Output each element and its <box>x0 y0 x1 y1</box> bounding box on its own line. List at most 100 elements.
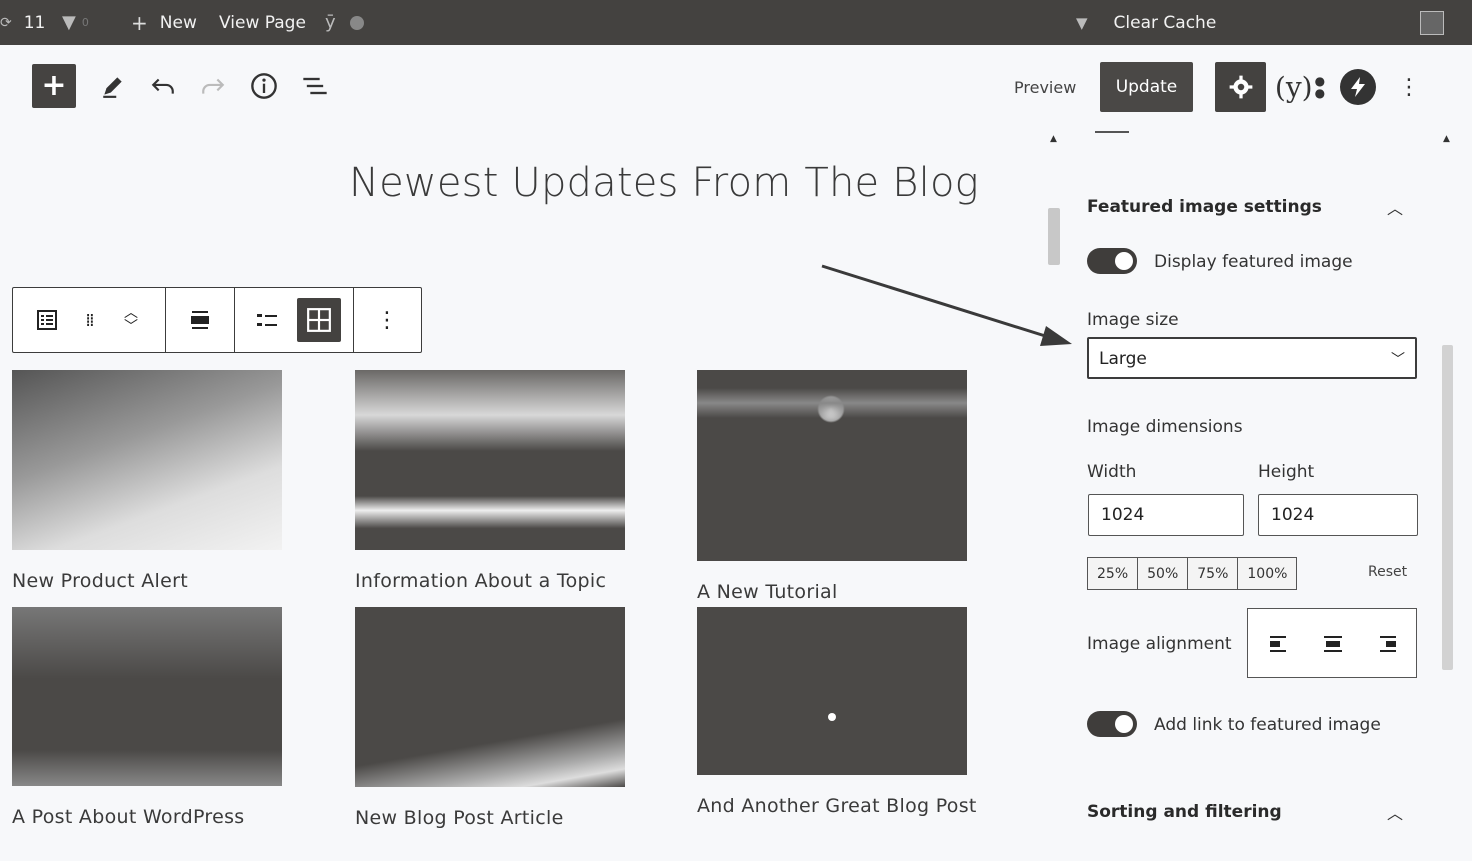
align-center-button[interactable] <box>1316 627 1350 661</box>
view-page-link[interactable]: View Page <box>219 0 306 45</box>
list-view-toggle[interactable] <box>245 298 289 342</box>
image-size-select[interactable]: Large ﹀ <box>1087 337 1417 379</box>
post-thumbnail[interactable] <box>12 370 282 550</box>
scale-button-group: 25% 50% 75% 100% <box>1087 557 1298 590</box>
view-page-label: View Page <box>219 12 306 33</box>
scroll-up-arrow-icon[interactable]: ▲ <box>1050 134 1057 144</box>
post-thumbnail[interactable] <box>697 370 967 561</box>
chevron-down-icon: ﹀ <box>124 319 138 335</box>
align-right-icon <box>1380 636 1396 652</box>
comments-menu[interactable]: ▼ 0 <box>62 0 89 45</box>
list-view-icon <box>303 77 327 95</box>
post-title[interactable]: New Blog Post Article <box>355 807 625 829</box>
post-title[interactable]: A Post About WordPress <box>12 806 282 828</box>
post-title[interactable]: A New Tutorial <box>697 581 967 603</box>
redo-icon <box>202 78 225 94</box>
post-title[interactable]: And Another Great Blog Post <box>697 795 977 817</box>
sidebar-scroll-up-icon[interactable]: ▲ <box>1443 134 1450 144</box>
comment-icon: ▼ <box>62 12 76 33</box>
width-field[interactable]: 1024 <box>1088 494 1244 536</box>
list-view-button[interactable] <box>296 67 334 105</box>
toggle-knob <box>1115 252 1133 270</box>
block-inserter-button[interactable]: + <box>32 64 76 108</box>
post-thumbnail[interactable] <box>355 370 625 550</box>
post-card[interactable]: Information About a Topic <box>355 370 625 592</box>
new-content-menu[interactable]: + New <box>131 0 197 45</box>
height-field[interactable]: 1024 <box>1258 494 1418 536</box>
post-card[interactable]: A Post About WordPress <box>12 607 282 828</box>
undo-button[interactable] <box>144 67 182 105</box>
chevron-up-icon[interactable]: ︿ <box>1387 800 1403 824</box>
redo-button[interactable] <box>194 67 232 105</box>
toggle-knob <box>1115 715 1133 733</box>
yoast-icon: ȳ <box>325 12 336 33</box>
yoast-seo-button[interactable]: (y) ● ● <box>1274 65 1326 109</box>
list-layout-icon <box>257 314 277 326</box>
sidebar-scrollbar[interactable] <box>1442 345 1453 670</box>
pencil-icon <box>103 77 122 98</box>
performance-button[interactable] <box>1340 69 1376 105</box>
chevron-up-icon[interactable]: ︿ <box>1387 195 1403 219</box>
block-toolbar-group-1: ⁞⁞ ︿ ﹀ <box>13 288 166 352</box>
block-toolbar-group-2 <box>166 288 235 352</box>
grid-icon <box>307 308 331 332</box>
post-thumbnail[interactable] <box>697 607 967 775</box>
featured-image-settings-heading[interactable]: Featured image settings <box>1087 197 1322 217</box>
display-featured-image-toggle[interactable] <box>1087 248 1137 274</box>
block-options-button[interactable]: ⋮ <box>365 298 409 342</box>
block-type-button[interactable] <box>25 298 69 342</box>
settings-sidebar: Featured image settings ︿ Display featur… <box>1063 131 1472 861</box>
tools-button[interactable] <box>94 67 132 105</box>
dots-icon: ● ● <box>1314 74 1326 100</box>
update-button[interactable]: Update <box>1100 62 1193 112</box>
post-card[interactable]: A New Tutorial <box>697 370 967 603</box>
post-list-icon <box>37 310 57 330</box>
preview-button[interactable]: Preview <box>1002 67 1088 107</box>
vertical-ellipsis-icon: ⋮ <box>1398 74 1420 100</box>
lightning-icon <box>1351 77 1365 97</box>
details-button[interactable] <box>245 67 283 105</box>
post-thumbnail[interactable] <box>355 607 625 787</box>
comment-count: 0 <box>81 16 89 29</box>
block-toolbar-group-3 <box>235 288 354 352</box>
clear-cache-label: Clear Cache <box>1113 12 1217 33</box>
content-scrollbar[interactable] <box>1048 208 1060 265</box>
account-menu[interactable] <box>1420 0 1444 45</box>
sorting-filtering-heading[interactable]: Sorting and filtering <box>1087 802 1282 822</box>
scale-75-button[interactable]: 75% <box>1188 558 1239 589</box>
image-size-label: Image size <box>1087 310 1179 330</box>
display-featured-image-label: Display featured image <box>1154 252 1353 272</box>
yoast-icon: (y) <box>1274 70 1313 104</box>
plus-icon: + <box>41 68 67 103</box>
clear-cache-menu[interactable]: ▼ Clear Cache <box>1076 0 1216 45</box>
image-alignment-label: Image alignment <box>1087 634 1232 654</box>
scale-50-button[interactable]: 50% <box>1138 558 1189 589</box>
grid-view-toggle[interactable] <box>297 298 341 342</box>
add-link-toggle[interactable] <box>1087 711 1137 737</box>
scale-100-button[interactable]: 100% <box>1238 558 1296 589</box>
settings-button[interactable] <box>1215 62 1266 112</box>
move-buttons[interactable]: ︿ ﹀ <box>109 298 153 342</box>
post-card[interactable]: New Blog Post Article <box>355 607 625 829</box>
post-title[interactable]: New Product Alert <box>12 570 282 592</box>
align-right-button[interactable] <box>1370 627 1404 661</box>
post-card[interactable]: And Another Great Blog Post <box>697 607 977 817</box>
width-label: Width <box>1087 462 1137 482</box>
post-thumbnail[interactable] <box>12 607 282 786</box>
updates-menu[interactable]: ⟳ 11 <box>0 0 45 45</box>
page-title[interactable]: Newest Updates From The Blog <box>0 160 1040 206</box>
seo-menu[interactable]: ȳ <box>325 0 364 45</box>
avatar <box>1420 10 1444 35</box>
sidebar-top-divider <box>1095 131 1129 133</box>
post-card[interactable]: New Product Alert <box>12 370 282 592</box>
post-title[interactable]: Information About a Topic <box>355 570 625 592</box>
admin-bar: ⟳ 11 ▼ 0 + New View Page ȳ ▼ Clear Cache <box>0 0 1472 45</box>
reset-button[interactable]: Reset <box>1368 564 1407 580</box>
drag-handle[interactable]: ⁞⁞ <box>67 298 111 342</box>
align-center-icon <box>1324 636 1342 652</box>
align-left-button[interactable] <box>1262 627 1296 661</box>
chevron-down-icon: ﹀ <box>1391 352 1405 368</box>
more-options-button[interactable]: ⋮ <box>1394 67 1424 107</box>
align-button[interactable] <box>178 298 222 342</box>
scale-25-button[interactable]: 25% <box>1088 558 1139 589</box>
